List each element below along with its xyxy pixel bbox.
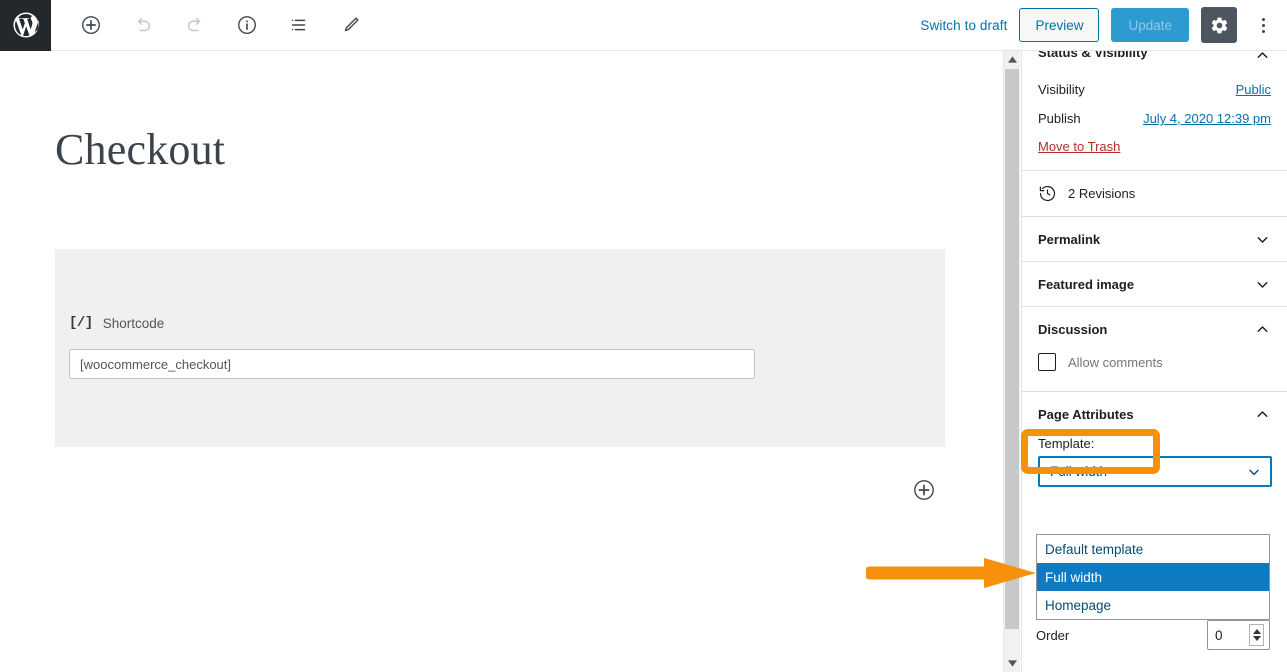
revisions-row[interactable]: 2 Revisions xyxy=(1022,171,1287,216)
canvas-scrollbar[interactable] xyxy=(1003,51,1020,672)
panel-page-attributes-header[interactable]: Page Attributes xyxy=(1022,392,1287,436)
panel-status-visibility-header[interactable]: Status & Visibility xyxy=(1022,51,1287,77)
template-option-default[interactable]: Default template xyxy=(1037,535,1269,563)
page-title[interactable]: Checkout xyxy=(55,125,225,174)
visibility-row: Visibility Public xyxy=(1038,77,1271,106)
order-row: Order xyxy=(1036,620,1270,650)
order-input[interactable] xyxy=(1208,622,1244,648)
panel-discussion-title: Discussion xyxy=(1038,321,1108,337)
panel-permalink-title: Permalink xyxy=(1038,231,1101,247)
allow-comments-checkbox[interactable] xyxy=(1038,353,1056,371)
edit-pencil-icon[interactable] xyxy=(333,7,369,43)
visibility-value-button[interactable]: Public xyxy=(1236,82,1271,97)
allow-comments-label: Allow comments xyxy=(1068,354,1163,370)
panel-permalink-header[interactable]: Permalink xyxy=(1022,217,1287,261)
scroll-up-arrow-icon[interactable] xyxy=(1004,51,1020,68)
top-bar-actions: Switch to draft Preview Update xyxy=(920,7,1287,43)
chevron-down-icon[interactable] xyxy=(1254,276,1271,293)
editor-toolbar xyxy=(73,7,369,43)
add-block-inserter-icon[interactable] xyxy=(912,478,936,502)
kebab-dot xyxy=(1261,23,1265,27)
update-button[interactable]: Update xyxy=(1111,8,1189,42)
wordpress-logo-icon[interactable] xyxy=(0,0,51,51)
scrollbar-thumb[interactable] xyxy=(1005,69,1019,629)
shortcode-icon: [/] xyxy=(69,315,93,331)
template-selected-value: Full width xyxy=(1050,464,1108,479)
panel-page-attributes: Page Attributes Template: Full width xyxy=(1022,392,1287,501)
template-option-homepage[interactable]: Homepage xyxy=(1037,591,1269,619)
publish-date-button[interactable]: July 4, 2020 12:39 pm xyxy=(1143,111,1271,126)
template-select[interactable]: Full width xyxy=(1038,456,1272,487)
chevron-down-icon xyxy=(1246,464,1262,480)
panel-status-visibility-title: Status & Visibility xyxy=(1038,51,1148,60)
publish-row: Publish July 4, 2020 12:39 pm xyxy=(1038,106,1271,135)
panel-status-visibility-body: Visibility Public Publish July 4, 2020 1… xyxy=(1022,77,1287,170)
kebab-dot xyxy=(1261,17,1265,21)
order-label: Order xyxy=(1036,627,1070,643)
shortcode-block[interactable]: [/] Shortcode xyxy=(55,249,945,447)
panel-status-visibility: Status & Visibility Visibility Public Pu… xyxy=(1022,51,1287,171)
visibility-label: Visibility xyxy=(1038,82,1085,97)
panel-discussion-body: Allow comments xyxy=(1022,351,1287,391)
editor-top-bar: Switch to draft Preview Update xyxy=(0,0,1287,51)
chevron-up-icon[interactable] xyxy=(1254,321,1271,338)
template-option-full-width[interactable]: Full width xyxy=(1037,563,1269,591)
editor-canvas: Checkout [/] Shortcode xyxy=(0,51,1000,672)
template-dropdown-list[interactable]: Default template Full width Homepage xyxy=(1036,534,1270,620)
list-view-icon[interactable] xyxy=(281,7,317,43)
shortcode-input[interactable] xyxy=(69,349,755,379)
chevron-up-icon[interactable] xyxy=(1254,406,1271,423)
undo-icon[interactable] xyxy=(125,7,161,43)
panel-discussion: Discussion Allow comments xyxy=(1022,307,1287,392)
allow-comments-row[interactable]: Allow comments xyxy=(1038,351,1271,375)
panel-page-attributes-body: Template: Full width xyxy=(1022,436,1287,501)
switch-to-draft-button[interactable]: Switch to draft xyxy=(920,18,1007,33)
chevron-up-icon[interactable] xyxy=(1254,51,1271,64)
shortcode-block-header: [/] Shortcode xyxy=(69,315,164,331)
order-spinner[interactable] xyxy=(1249,624,1264,646)
template-label: Template: xyxy=(1038,436,1095,451)
move-to-trash-button[interactable]: Move to Trash xyxy=(1038,139,1120,154)
publish-label: Publish xyxy=(1038,111,1081,126)
gear-icon[interactable] xyxy=(1201,7,1237,43)
panel-featured-image-header[interactable]: Featured image xyxy=(1022,262,1287,306)
panel-permalink: Permalink xyxy=(1022,217,1287,262)
kebab-menu-icon[interactable] xyxy=(1249,7,1277,43)
info-icon[interactable] xyxy=(229,7,265,43)
add-block-icon[interactable] xyxy=(73,7,109,43)
redo-icon[interactable] xyxy=(177,7,213,43)
panel-discussion-header[interactable]: Discussion xyxy=(1022,307,1287,351)
chevron-down-icon[interactable] xyxy=(1254,231,1271,248)
shortcode-block-label: Shortcode xyxy=(102,315,165,331)
scroll-down-arrow-icon[interactable] xyxy=(1004,655,1020,672)
panel-revisions: 2 Revisions xyxy=(1022,171,1287,217)
preview-button[interactable]: Preview xyxy=(1019,8,1100,42)
revisions-label: 2 Revisions xyxy=(1068,186,1136,201)
spinner-down-arrow-icon[interactable] xyxy=(1252,636,1261,641)
spinner-up-arrow-icon[interactable] xyxy=(1252,629,1261,634)
clock-revision-icon xyxy=(1038,184,1057,203)
panel-featured-image-title: Featured image xyxy=(1038,276,1135,292)
kebab-dot xyxy=(1261,29,1265,33)
panel-featured-image: Featured image xyxy=(1022,262,1287,307)
panel-page-attributes-title: Page Attributes xyxy=(1038,406,1134,422)
order-stepper[interactable] xyxy=(1207,620,1270,650)
